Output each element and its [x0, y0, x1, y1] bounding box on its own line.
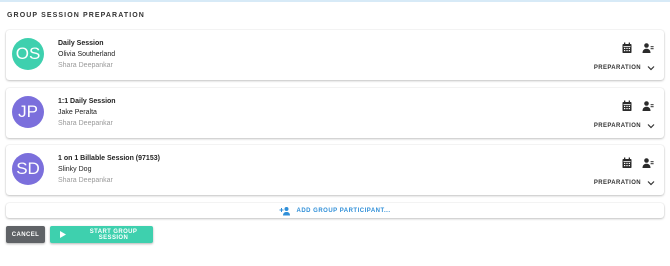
chevron-down-icon	[647, 124, 655, 129]
session-name: 1:1 Daily Session	[58, 98, 116, 105]
avatar: JP	[12, 96, 44, 128]
start-button-label: START GROUP SESSION	[89, 228, 138, 241]
add-group-participant-button[interactable]: ADD GROUP PARTICIPANT...	[6, 203, 664, 218]
person-edit-icon[interactable]	[642, 42, 654, 54]
host-name: Shara Deepankar	[58, 120, 113, 127]
chevron-down-icon	[647, 181, 655, 186]
preparation-toggle[interactable]: PREPARATION	[594, 179, 655, 187]
cancel-button[interactable]: CANCEL	[6, 226, 45, 243]
chevron-down-icon	[647, 66, 655, 71]
preparation-toggle[interactable]: PREPARATION	[594, 122, 655, 130]
start-group-session-button[interactable]: START GROUP SESSION	[50, 226, 153, 243]
preparation-label: PREPARATION	[593, 65, 641, 71]
preparation-label: PREPARATION	[593, 123, 641, 129]
person-edit-icon[interactable]	[642, 157, 654, 169]
host-name: Shara Deepankar	[58, 62, 113, 69]
avatar: SD	[12, 153, 44, 185]
participant-name: Jake Peralta	[58, 109, 97, 116]
session-card: OS Daily Session Olivia Southerland Shar…	[6, 30, 664, 80]
calendar-icon[interactable]	[621, 157, 633, 169]
calendar-icon[interactable]	[621, 100, 633, 112]
host-name: Shara Deepankar	[58, 177, 113, 184]
preparation-label: PREPARATION	[593, 180, 641, 186]
session-name: Daily Session	[58, 40, 104, 47]
top-border	[0, 0, 670, 2]
person-edit-icon[interactable]	[642, 100, 654, 112]
add-participant-label: ADD GROUP PARTICIPANT...	[296, 207, 391, 214]
participant-name: Olivia Southerland	[58, 51, 116, 58]
session-card: SD 1 on 1 Billable Session (97153) Slink…	[6, 145, 664, 195]
session-card: JP 1:1 Daily Session Jake Peralta Shara …	[6, 88, 664, 138]
play-icon	[60, 231, 66, 238]
person-add-icon	[279, 206, 291, 215]
participant-name: Slinky Dog	[58, 166, 92, 173]
calendar-icon[interactable]	[621, 42, 633, 54]
page-title: GROUP SESSION PREPARATION	[7, 12, 145, 19]
avatar: OS	[12, 38, 44, 70]
preparation-toggle[interactable]: PREPARATION	[594, 64, 655, 72]
session-name: 1 on 1 Billable Session (97153)	[58, 155, 160, 162]
